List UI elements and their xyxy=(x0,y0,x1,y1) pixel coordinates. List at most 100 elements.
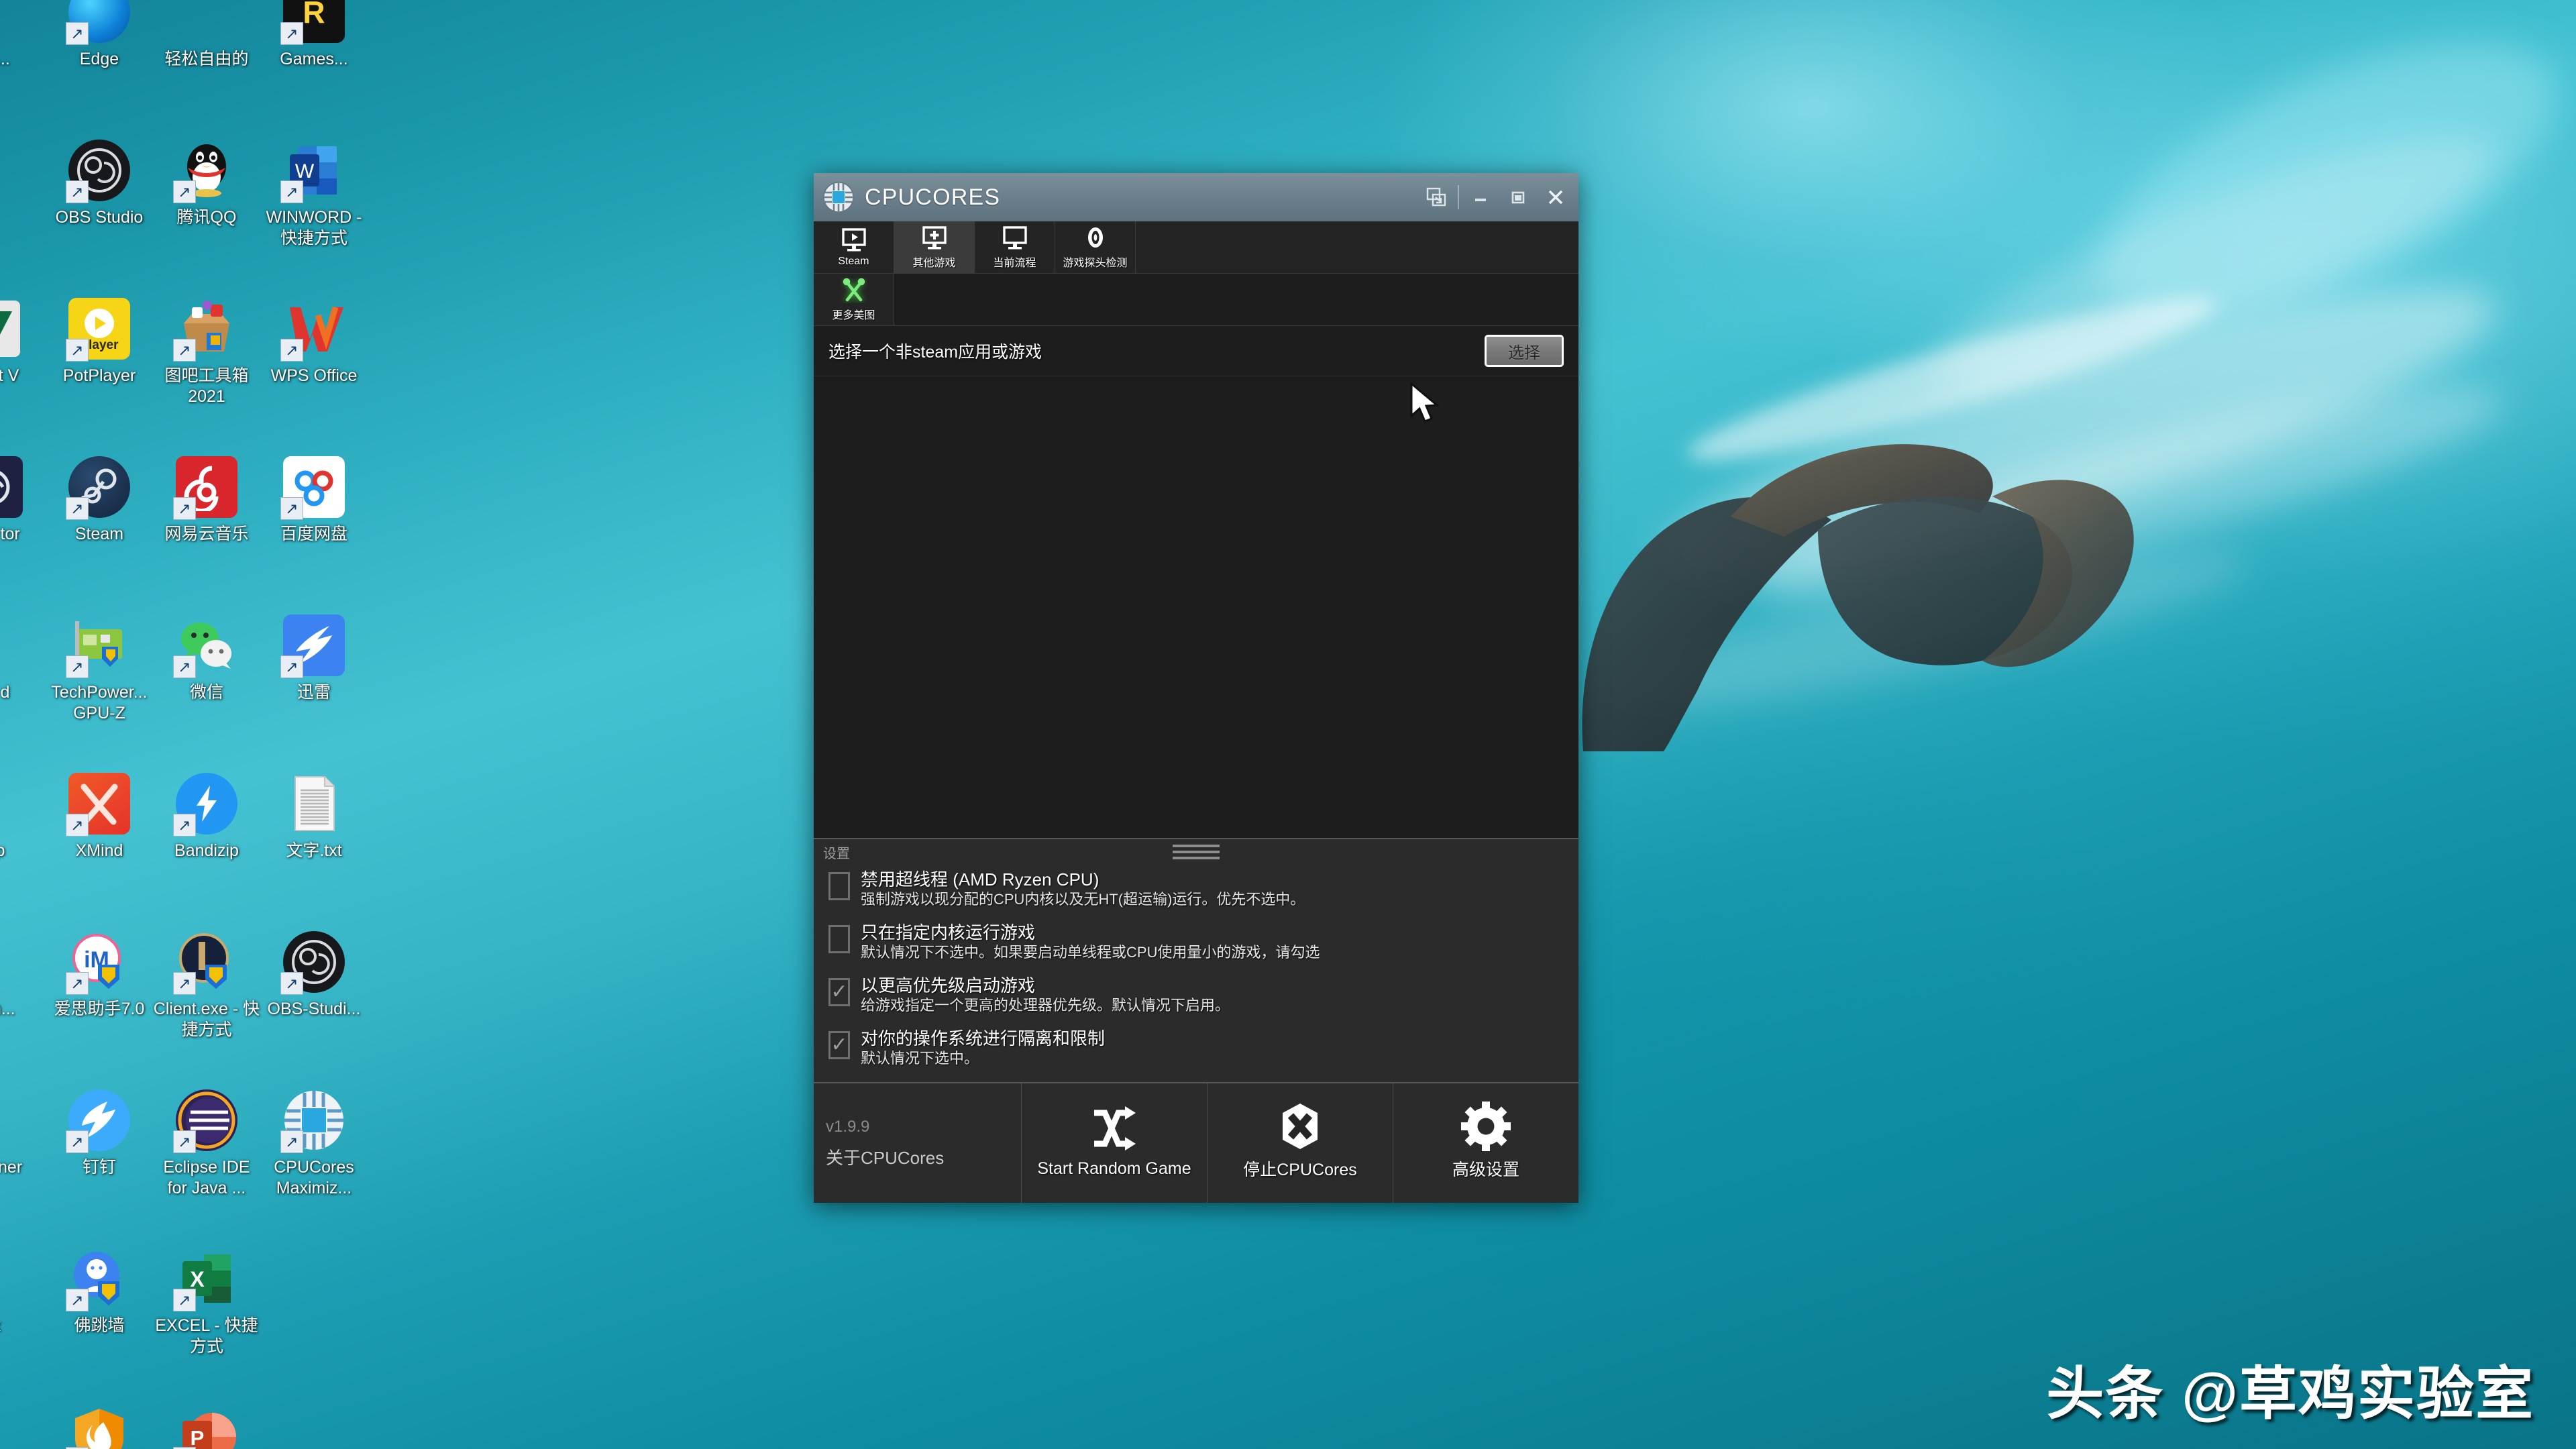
tabstrip-filler xyxy=(894,274,1578,326)
desktop-icon[interactable]: Off... xyxy=(0,0,46,130)
lol-icon: ↗ xyxy=(173,931,237,995)
clipped-top-icon xyxy=(176,0,237,43)
desktop-icon[interactable]: ↗火绒安全软件 xyxy=(46,1397,153,1449)
tab-current-process[interactable]: 当前流程 xyxy=(975,221,1055,274)
xmind-icon: ↗ xyxy=(66,773,130,837)
setting-checkbox[interactable]: ✓ xyxy=(828,1030,850,1059)
desktop-icon[interactable]: ↗ 网易云音乐 xyxy=(153,447,260,605)
desktop-icon-label: OBS-Studi... xyxy=(267,1000,361,1018)
tab-more-tools[interactable]: 更多美图 xyxy=(814,274,894,326)
cpucores-window: CPUCORES Steam 其他游戏 当前流程 游戏探头检测 更多美图 选择一… xyxy=(814,173,1578,1203)
tab-other-games[interactable]: 其他游戏 xyxy=(894,221,975,274)
minimize-button[interactable] xyxy=(1462,176,1499,218)
desktop-icon[interactable]: R ↗ Games... xyxy=(260,0,368,130)
desktop-icon[interactable]: ↗ be h... xyxy=(0,922,46,1080)
button-label: Start Random Game xyxy=(1037,1159,1191,1178)
bandizip-icon: ↗ xyxy=(173,773,237,837)
desktop-icon[interactable]: ↗ Eclipse IDE for Java ... xyxy=(153,1080,260,1238)
caustic-streak xyxy=(1595,523,2255,739)
caustic-streak xyxy=(1911,92,2516,431)
stop-cpucores-button[interactable]: 停止CPUCores xyxy=(1208,1083,1393,1203)
desktop-icon[interactable]: ↗ Theft V xyxy=(0,288,46,447)
desktop-icon[interactable]: ↗ TechPower... GPU-Z xyxy=(46,605,153,763)
desktop-icon-label: be h... xyxy=(0,1000,15,1018)
eclipse-icon: ↗ xyxy=(173,1089,237,1153)
start-random-game-button[interactable]: Start Random Game xyxy=(1022,1083,1208,1203)
desktop-icon[interactable]: W ↗ WINWORD - 快捷方式 xyxy=(260,130,368,288)
setting-checkbox[interactable] xyxy=(828,871,850,900)
desktop-icon[interactable]: 2 xyxy=(0,130,46,288)
desktop-icon[interactable]: ↗ 图吧工具箱 2021 xyxy=(153,288,260,447)
settings-title: 设置 xyxy=(823,847,850,862)
desktop-icon-label: WPS Office xyxy=(270,366,358,385)
tab-game-detection[interactable]: 游戏探头检测 xyxy=(1055,221,1136,274)
desktop-icon[interactable]: ↗ 微信 xyxy=(153,605,260,763)
about-link[interactable]: 关于CPUCores xyxy=(826,1144,1021,1169)
game-list-area[interactable] xyxy=(814,376,1578,838)
desktop-icon[interactable]: ↗ 作. d xyxy=(0,605,46,763)
desktop-icon[interactable]: ↗ ox xyxy=(0,1238,46,1397)
obs2-icon: ↗ xyxy=(280,931,345,995)
desktop-icon[interactable]: ↗ CPUCores Maximiz... xyxy=(260,1080,368,1238)
close-button[interactable] xyxy=(1537,176,1574,218)
desktop-icon-label: TechPower... GPU-Z xyxy=(51,683,148,722)
desktop-icon[interactable]: ↗ 百度网盘 xyxy=(260,447,368,605)
obs-icon: ↗ xyxy=(66,140,130,203)
maximize-button[interactable] xyxy=(1499,176,1537,218)
setting-item[interactable]: 只在指定内核运行游戏 默认情况下不选中。如果要启动单线程或CPU使用量小的游戏，请… xyxy=(814,919,1578,972)
desktop-icon-row: ↗ ox ↗佛跳墙X↗EXCEL - 快捷方式 xyxy=(0,1238,368,1397)
desktop-icon-label: 微信 xyxy=(189,683,223,702)
setting-item[interactable]: ✓ 对你的操作系统进行隔离和限制 默认情况下选中。 xyxy=(814,1025,1578,1078)
desktop-icon[interactable]: ↗ Bandizip xyxy=(153,763,260,922)
setting-description: 默认情况下选中。 xyxy=(861,1050,979,1067)
desktop-icon[interactable]: ↗ 佛跳墙 xyxy=(46,1238,153,1397)
desktop-icon[interactable]: P↗POWERPNT - 快捷方式 xyxy=(153,1397,260,1449)
desktop-icon[interactable]: ↗ XMind xyxy=(46,763,153,922)
desktop-icon[interactable]: ↗ OBS Studio xyxy=(46,130,153,288)
shortcut-arrow-icon: ↗ xyxy=(173,1130,196,1153)
firefox-clip-icon: ↗ xyxy=(0,1248,23,1309)
desktop-icon-label: ox xyxy=(0,1316,1,1336)
desktop-icon[interactable]: ↗ mes ner xyxy=(0,1080,46,1238)
desktop-icon-label: 迅雷 xyxy=(297,683,331,702)
desktop-icon[interactable]: 文字.txt xyxy=(260,763,368,922)
desktop-icon[interactable]: ↗ Steam xyxy=(46,447,153,605)
desktop-icon[interactable]: iM ↗ 爱思助手7.0 xyxy=(46,922,153,1080)
desktop-icon[interactable]: ↗ .zip xyxy=(0,763,46,922)
select-button[interactable]: 选择 xyxy=(1485,335,1564,367)
setting-description: 强制游戏以现分配的CPU内核以及无HT(超运输)运行。优先不选中。 xyxy=(861,891,1305,908)
advanced-settings-button[interactable]: 高级设置 xyxy=(1393,1083,1578,1203)
desktop-icon xyxy=(260,1238,368,1397)
desktop-icon[interactable]: X ↗ EXCEL - 快捷方式 xyxy=(153,1238,260,1397)
desktop-icon[interactable]: ↗ Edge xyxy=(46,0,153,130)
eye-icon xyxy=(1083,225,1108,252)
desktop-icon[interactable]: ↗ WPS Office xyxy=(260,288,368,447)
svg-text:P: P xyxy=(191,1426,205,1449)
desktop-icon[interactable]: 轻松自由的 xyxy=(153,0,260,130)
desktop-icon-label: 佛跳墙 xyxy=(74,1316,125,1335)
setting-title: 禁用超线程 (AMD Ryzen CPU) xyxy=(861,869,1099,890)
setting-item[interactable]: ✓ 以更高优先级启动游戏 给游戏指定一个更高的处理器优先级。默认情况下启用。 xyxy=(814,972,1578,1025)
window-titlebar[interactable]: CPUCORES xyxy=(814,173,1578,221)
dock-to-tray-button[interactable] xyxy=(1417,176,1455,218)
desktop-icon[interactable]: ↗le ne xyxy=(0,1397,46,1449)
setting-checkbox[interactable]: ✓ xyxy=(828,977,850,1006)
desktop-icon-row: 2↗OBS Studio↗腾讯QQW↗WINWORD - 快捷方式 xyxy=(0,130,368,288)
desktop-icon-label: CPUCores Maximiz... xyxy=(274,1158,354,1197)
desktop-icon-label: Edge xyxy=(79,50,119,68)
desktop-icon[interactable]: Player ↗ PotPlayer xyxy=(46,288,153,447)
setting-item[interactable]: 禁用超线程 (AMD Ryzen CPU) 强制游戏以现分配的CPU内核以及无HT… xyxy=(814,866,1578,919)
shortcut-arrow-icon: ↗ xyxy=(66,497,89,520)
desktop-icon[interactable]: ↗ 钉钉 xyxy=(46,1080,153,1238)
drag-handle-icon[interactable] xyxy=(1173,844,1220,859)
desktop-icon[interactable]: ↗ OBS-Studi... xyxy=(260,922,368,1080)
desktop-icon-label: 图吧工具箱 2021 xyxy=(164,366,249,406)
tab-steam[interactable]: Steam xyxy=(814,221,894,274)
setting-title: 对你的操作系统进行隔离和限制 xyxy=(861,1028,1106,1049)
desktop-icon-row: ↗ 作. d ↗ TechPower... GPU-Z ↗ 微信 ↗ 迅雷 xyxy=(0,605,368,763)
desktop-icon[interactable]: ↗ ding tor xyxy=(0,447,46,605)
desktop-icon[interactable]: ↗ 腾讯QQ xyxy=(153,130,260,288)
desktop-icon[interactable]: ↗ 迅雷 xyxy=(260,605,368,763)
setting-checkbox[interactable] xyxy=(828,924,850,953)
desktop-icon[interactable]: ↗ Client.exe - 快捷方式 xyxy=(153,922,260,1080)
